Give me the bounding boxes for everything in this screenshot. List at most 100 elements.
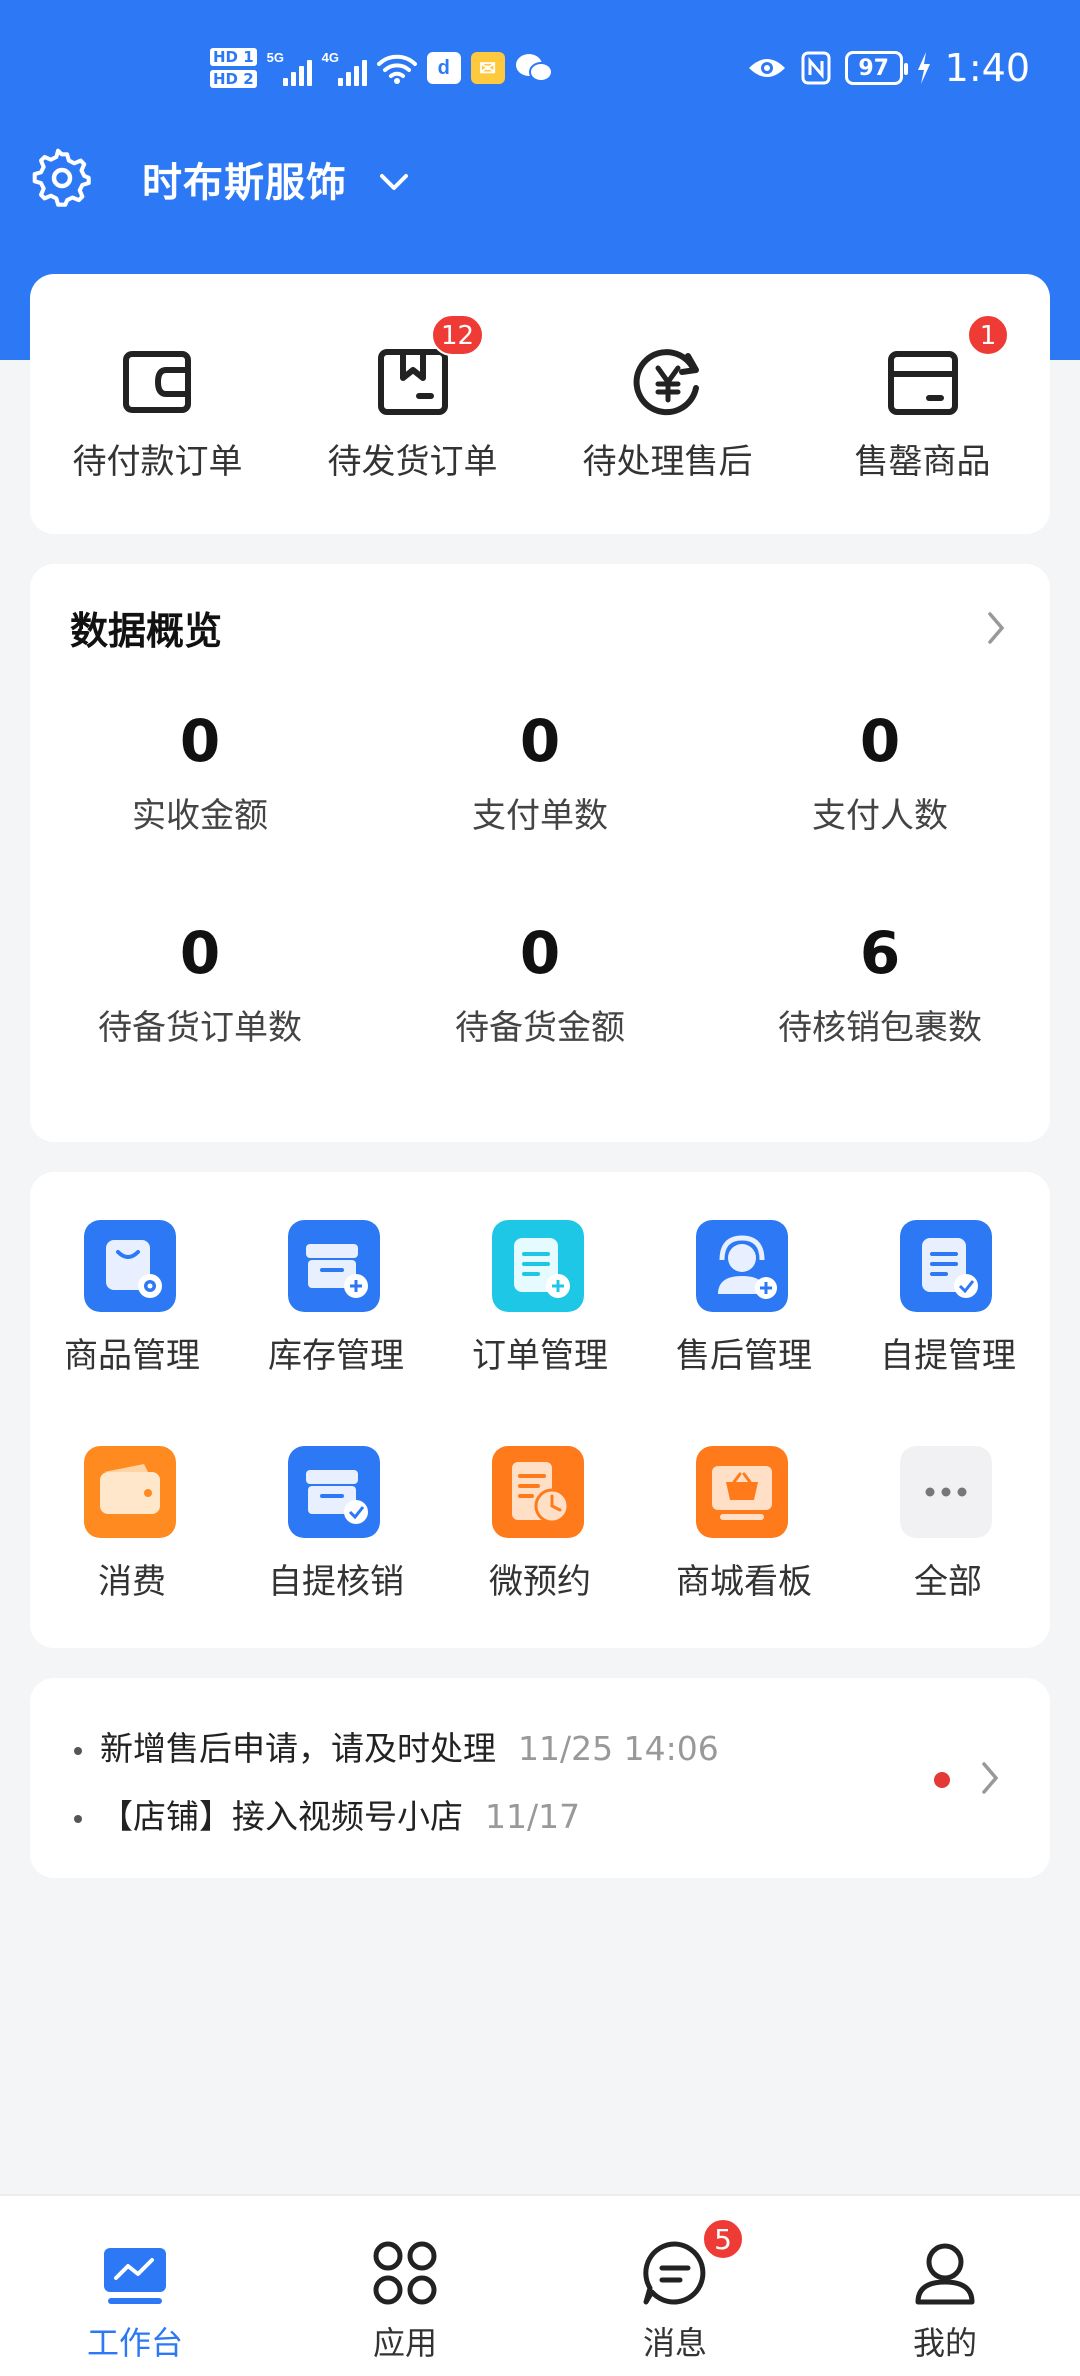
stat-received-amount: 0 实收金额 bbox=[30, 706, 370, 837]
stat-payers: 0 支付人数 bbox=[710, 706, 1050, 837]
app-pickup-management[interactable]: 自提管理 bbox=[846, 1172, 1050, 1376]
stat-label: 待备货金额 bbox=[455, 1008, 625, 1048]
stat-value: 0 bbox=[859, 707, 901, 775]
quick-entry-label: 待发货订单 bbox=[327, 442, 498, 482]
signal-5g-icon: 5G bbox=[267, 50, 312, 86]
stat-label: 待备货订单数 bbox=[98, 1008, 302, 1048]
notice-time: 11/25 14:06 bbox=[518, 1729, 719, 1768]
app-label: 库存管理 bbox=[268, 1336, 404, 1376]
app-label: 商城看板 bbox=[676, 1562, 812, 1602]
wifi-icon bbox=[376, 54, 417, 84]
apps-grid-icon bbox=[373, 2241, 437, 2305]
quick-entry-label: 售罄商品 bbox=[854, 442, 991, 482]
bullet bbox=[74, 1746, 82, 1755]
bullet bbox=[74, 1814, 82, 1823]
nfc-icon bbox=[801, 51, 831, 85]
wechat-icon bbox=[515, 54, 553, 82]
app-label: 消费 bbox=[98, 1562, 166, 1602]
gear-icon[interactable] bbox=[32, 148, 92, 208]
notice-card[interactable]: 新增售后申请，请及时处理 11/25 14:06 【店铺】接入视频号小店 11/17 bbox=[30, 1678, 1050, 1878]
stat-value: 0 bbox=[179, 707, 221, 775]
top-bar: 时布斯服饰 bbox=[0, 140, 1080, 220]
stat-label: 支付人数 bbox=[812, 796, 948, 836]
app-all[interactable]: 全部 bbox=[846, 1398, 1050, 1602]
stat-label: 待核销包裹数 bbox=[778, 1008, 982, 1048]
bottom-tab-bar: 工作台 应用 消息 5 我的 bbox=[0, 2194, 1080, 2376]
sim-indicator: HD 1 HD 2 bbox=[210, 48, 257, 88]
unread-dot bbox=[934, 1772, 950, 1788]
tab-apps[interactable]: 应用 bbox=[270, 2196, 540, 2376]
stat-value: 0 bbox=[179, 919, 221, 987]
quick-entry-label: 待付款订单 bbox=[72, 442, 243, 482]
status-bar: HD 1 HD 2 5G 4G d ✉ 97 1:40 bbox=[0, 0, 1080, 140]
wallet-icon bbox=[123, 351, 191, 413]
app-micro-appointment[interactable]: 微预约 bbox=[438, 1398, 642, 1602]
app-pickup-verification[interactable]: 自提核销 bbox=[234, 1398, 438, 1602]
message-icon bbox=[643, 2241, 706, 2305]
pickup-verify-icon bbox=[288, 1446, 380, 1538]
notice-item[interactable]: 【店铺】接入视频号小店 11/17 bbox=[74, 1790, 580, 1838]
store-switcher[interactable]: 时布斯服饰 bbox=[142, 150, 347, 208]
sim2-label: HD 2 bbox=[210, 70, 257, 88]
stat-payment-orders: 0 支付单数 bbox=[370, 706, 710, 837]
eye-icon bbox=[748, 59, 785, 77]
app-label: 自提核销 bbox=[268, 1562, 404, 1602]
tab-workbench[interactable]: 工作台 bbox=[0, 2196, 270, 2376]
app-label: 订单管理 bbox=[472, 1336, 608, 1376]
order-shortcuts-card: 待付款订单 待发货订单 12 待处理售后 售罄商品 1 bbox=[30, 274, 1050, 534]
stat-value: 0 bbox=[519, 707, 561, 775]
app-label: 自提管理 bbox=[880, 1336, 1016, 1376]
chevron-right-icon[interactable] bbox=[978, 1760, 1002, 1796]
app-consumption[interactable]: 消费 bbox=[30, 1398, 234, 1602]
app-label: 全部 bbox=[914, 1562, 982, 1602]
stat-orders-to-prepare: 0 待备货订单数 bbox=[30, 918, 370, 1049]
chevron-down-icon[interactable] bbox=[376, 164, 412, 200]
network-4g-label: 4G bbox=[321, 50, 340, 65]
app-inventory-management[interactable]: 库存管理 bbox=[234, 1172, 438, 1376]
tab-label: 我的 bbox=[912, 2324, 977, 2362]
data-overview-card[interactable]: 数据概览 0 实收金额 0 支付单数 0 支付人数 0 待备货订单数 0 待备货… bbox=[30, 564, 1050, 1142]
notice-item[interactable]: 新增售后申请，请及时处理 11/25 14:06 bbox=[74, 1722, 719, 1770]
app-label: 售后管理 bbox=[676, 1336, 812, 1376]
notice-text: 【店铺】接入视频号小店 bbox=[100, 1797, 463, 1836]
mail-icon: ✉ bbox=[470, 52, 505, 84]
shop-basket-icon bbox=[696, 1446, 788, 1538]
app-label: 商品管理 bbox=[64, 1336, 200, 1376]
app-label: 微预约 bbox=[489, 1562, 591, 1602]
pending-after-sales[interactable]: 待处理售后 bbox=[540, 274, 795, 534]
notification-app-icon: d bbox=[426, 52, 461, 84]
appointment-icon bbox=[492, 1446, 584, 1538]
charging-bolt-icon bbox=[917, 52, 930, 84]
sold-out-badge: 1 bbox=[967, 314, 1009, 356]
more-dots-icon bbox=[900, 1446, 992, 1538]
tab-messages[interactable]: 消息 5 bbox=[540, 2196, 810, 2376]
stat-packages-to-verify: 6 待核销包裹数 bbox=[710, 918, 1050, 1049]
pending-shipment-orders[interactable]: 待发货订单 12 bbox=[285, 274, 540, 534]
signal-4g-icon: 4G bbox=[322, 50, 367, 86]
sold-out-products[interactable]: 售罄商品 1 bbox=[795, 274, 1050, 534]
stat-value: 6 bbox=[859, 919, 901, 987]
clock: 1:40 bbox=[944, 46, 1030, 90]
tab-mine[interactable]: 我的 bbox=[810, 2196, 1080, 2376]
pending-payment-orders[interactable]: 待付款订单 bbox=[30, 274, 285, 534]
app-after-sales-management[interactable]: 售后管理 bbox=[642, 1172, 846, 1376]
product-bag-icon bbox=[84, 1220, 176, 1312]
yen-refresh-icon bbox=[633, 349, 699, 416]
battery-indicator: 97 bbox=[844, 51, 908, 85]
tab-label: 工作台 bbox=[86, 2324, 183, 2362]
sim1-label: HD 1 bbox=[210, 48, 257, 66]
headset-icon bbox=[696, 1220, 788, 1312]
network-5g-label: 5G bbox=[266, 50, 285, 65]
order-clipboard-icon bbox=[492, 1220, 584, 1312]
stat-label: 实收金额 bbox=[132, 796, 268, 836]
app-order-management[interactable]: 订单管理 bbox=[438, 1172, 642, 1376]
package-bookmark-icon bbox=[378, 349, 448, 415]
inventory-icon bbox=[288, 1220, 380, 1312]
chevron-right-icon[interactable] bbox=[982, 608, 1010, 648]
overview-title: 数据概览 bbox=[70, 609, 223, 653]
wallet-card-icon bbox=[84, 1446, 176, 1538]
app-mall-dashboard[interactable]: 商城看板 bbox=[642, 1398, 846, 1602]
app-product-management[interactable]: 商品管理 bbox=[30, 1172, 234, 1376]
tab-label: 应用 bbox=[372, 2324, 437, 2362]
battery-level: 97 bbox=[858, 55, 889, 81]
